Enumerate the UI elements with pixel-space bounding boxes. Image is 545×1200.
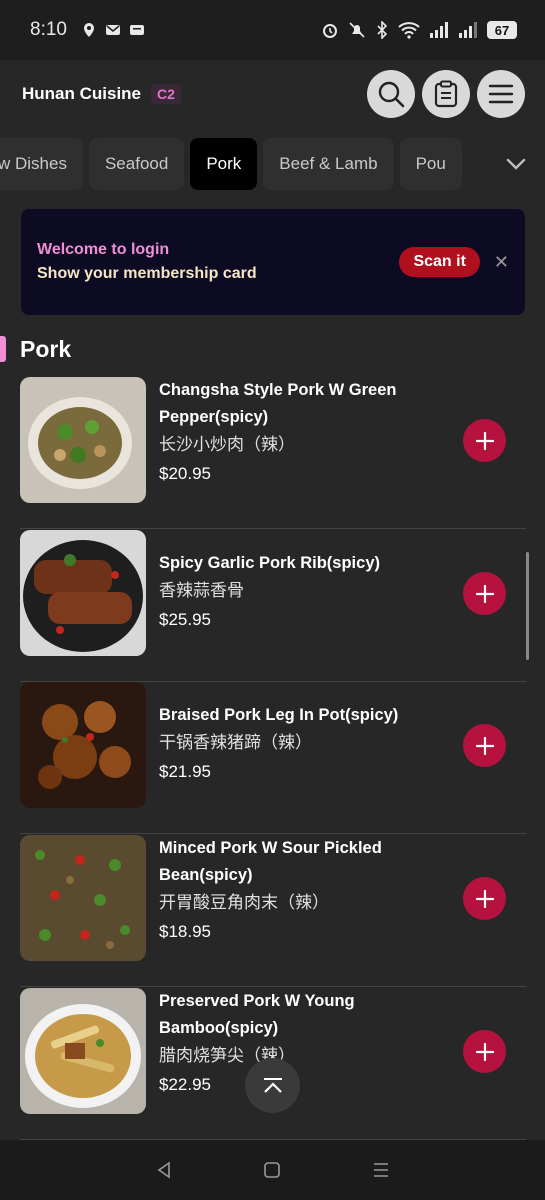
orders-button[interactable]	[422, 70, 470, 118]
item-name-chinese: 干锅香辣猪蹄（辣）	[159, 733, 312, 752]
status-time: 8:10	[30, 19, 67, 40]
item-info: Minced Pork W Sour Pickled Bean(spicy) 开…	[159, 835, 449, 947]
message-icon	[129, 25, 144, 35]
item-name: Minced Pork W Sour Pickled Bean(spicy)	[159, 839, 382, 884]
add-to-cart-button[interactable]	[463, 572, 506, 615]
search-button[interactable]	[367, 70, 415, 118]
item-price: $20.95	[159, 464, 211, 483]
signal-icon-2	[459, 22, 477, 38]
system-icons: 67	[321, 21, 517, 39]
tab-new-dishes[interactable]: w Dishes	[0, 138, 83, 190]
dish-photo-stirfry	[20, 377, 146, 503]
location-icon	[83, 23, 94, 37]
bluetooth-icon	[377, 21, 388, 39]
tab-poultry[interactable]: Pou	[399, 138, 462, 190]
list-scrollbar[interactable]	[526, 552, 529, 660]
search-icon	[378, 81, 405, 108]
add-to-cart-button[interactable]	[463, 724, 506, 767]
system-nav-bar	[0, 1140, 545, 1200]
app-header: Hunan Cuisine C2	[0, 60, 545, 128]
menu-item[interactable]: Braised Pork Leg In Pot(spicy) 干锅香辣猪蹄（辣）…	[20, 682, 526, 834]
close-icon[interactable]: ✕	[494, 252, 509, 273]
store-badge: C2	[151, 84, 181, 104]
dish-image[interactable]	[20, 835, 146, 961]
item-name: Preserved Pork W Young Bamboo(spicy)	[159, 992, 355, 1037]
item-name-chinese: 腊肉烧笋尖（辣）	[159, 1046, 295, 1065]
plus-icon	[475, 584, 494, 603]
item-price: $21.95	[159, 762, 211, 781]
recents-icon[interactable]	[372, 1161, 390, 1179]
banner-line-2: Show your membership card	[37, 265, 257, 282]
tabs-expand-button[interactable]	[487, 137, 545, 191]
tab-seafood[interactable]: Seafood	[88, 138, 185, 190]
item-name: Changsha Style Pork W Green Pepper(spicy…	[159, 381, 397, 426]
dish-photo-ribs	[20, 530, 146, 656]
item-price: $18.95	[159, 922, 211, 941]
alarm-icon	[323, 24, 337, 38]
signal-icon	[430, 22, 448, 38]
mail-icon	[105, 25, 120, 35]
item-price: $25.95	[159, 610, 211, 629]
section-title: Pork	[20, 335, 72, 362]
battery-icon: 67	[487, 21, 517, 39]
item-name-chinese: 香辣蒜香骨	[159, 581, 244, 600]
tab-beef-lamb[interactable]: Beef & Lamb	[263, 138, 394, 190]
plus-icon	[475, 889, 494, 908]
back-icon[interactable]	[155, 1161, 173, 1179]
category-tabs: w Dishes Seafood Pork Beef & Lamb Pou	[0, 137, 545, 191]
home-icon[interactable]	[263, 1161, 281, 1179]
chevron-down-icon	[506, 158, 526, 170]
item-name-chinese: 长沙小炒肉（辣）	[159, 435, 295, 454]
item-info: Braised Pork Leg In Pot(spicy) 干锅香辣猪蹄（辣）…	[159, 702, 449, 787]
add-to-cart-button[interactable]	[463, 1030, 506, 1073]
menu-icon	[488, 84, 514, 104]
mute-icon	[349, 22, 365, 38]
store-name: Hunan Cuisine	[22, 84, 142, 103]
add-to-cart-button[interactable]	[463, 877, 506, 920]
dish-image[interactable]	[20, 377, 146, 503]
dish-photo-pork-leg	[20, 682, 146, 808]
section-header: Pork	[0, 334, 71, 364]
item-name: Spicy Garlic Pork Rib(spicy)	[159, 554, 380, 572]
add-to-cart-button[interactable]	[463, 419, 506, 462]
membership-banner: Welcome to login Show your membership ca…	[21, 209, 525, 315]
plus-icon	[475, 1042, 494, 1061]
plus-icon	[475, 431, 494, 450]
battery-level: 67	[494, 22, 510, 38]
banner-line-1: Welcome to login	[37, 241, 170, 258]
section-accent-bar	[0, 336, 6, 362]
item-name-chinese: 开胃酸豆角肉末（辣）	[159, 893, 329, 912]
scan-button[interactable]: Scan it	[399, 247, 480, 277]
dish-image[interactable]	[20, 988, 146, 1114]
dish-image[interactable]	[20, 682, 146, 808]
menu-item[interactable]: Spicy Garlic Pork Rib(spicy) 香辣蒜香骨 $25.9…	[20, 530, 526, 682]
notification-icons	[81, 22, 145, 38]
header-actions	[367, 70, 525, 118]
dish-photo-bamboo	[20, 988, 146, 1114]
plus-icon	[475, 736, 494, 755]
menu-item[interactable]: Minced Pork W Sour Pickled Bean(spicy) 开…	[20, 835, 526, 987]
tab-pork[interactable]: Pork	[190, 138, 258, 190]
item-info: Preserved Pork W Young Bamboo(spicy) 腊肉烧…	[159, 988, 449, 1100]
item-info: Spicy Garlic Pork Rib(spicy) 香辣蒜香骨 $25.9…	[159, 550, 449, 635]
status-bar: 8:10 67	[0, 0, 545, 60]
arrow-up-bar-icon	[263, 1077, 282, 1093]
back-to-top-button[interactable]	[245, 1058, 300, 1113]
dish-photo-minced-pork	[20, 835, 146, 961]
banner-text: Welcome to login Show your membership ca…	[37, 241, 257, 283]
item-info: Changsha Style Pork W Green Pepper(spicy…	[159, 377, 449, 489]
item-price: $22.95	[159, 1075, 211, 1094]
menu-button[interactable]	[477, 70, 525, 118]
wifi-icon	[398, 22, 420, 39]
item-name: Braised Pork Leg In Pot(spicy)	[159, 706, 399, 724]
dish-image[interactable]	[20, 530, 146, 656]
menu-item[interactable]: Changsha Style Pork W Green Pepper(spicy…	[20, 377, 526, 529]
clipboard-icon	[434, 80, 458, 108]
